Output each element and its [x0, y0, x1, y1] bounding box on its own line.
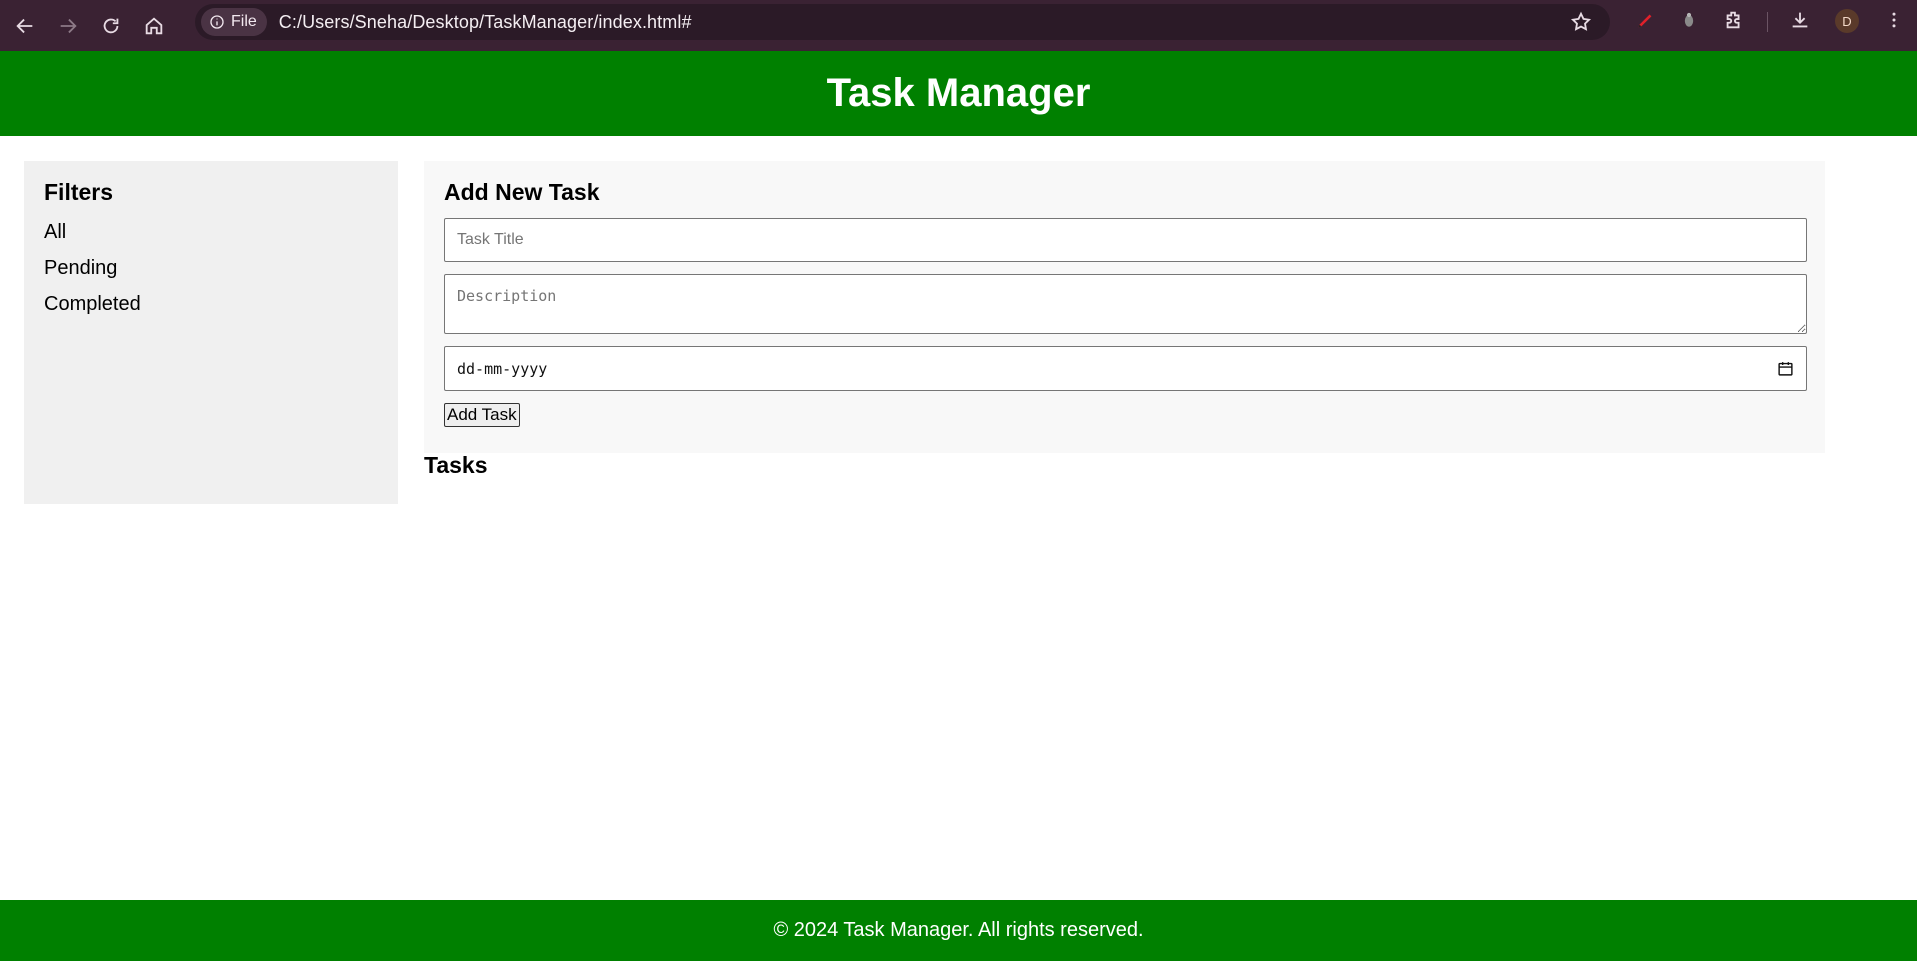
url-text[interactable]: C:/Users/Sneha/Desktop/TaskManager/index…: [279, 12, 692, 33]
tasks-heading: Tasks: [424, 452, 488, 478]
more-menu-icon[interactable]: [1882, 8, 1906, 32]
downloads-icon[interactable]: [1788, 8, 1812, 32]
page-footer: © 2024 Task Manager. All rights reserved…: [0, 900, 1917, 961]
site-info-chip[interactable]: File: [201, 8, 267, 36]
reload-icon: [103, 18, 119, 33]
back-button[interactable]: [7, 8, 43, 44]
calendar-icon[interactable]: [1777, 360, 1794, 377]
browser-toolbar: File C:/Users/Sneha/Desktop/TaskManager/…: [0, 0, 1917, 51]
reload-button[interactable]: [93, 8, 129, 44]
arrow-left-icon: [16, 18, 33, 33]
add-task-button[interactable]: Add Task: [444, 403, 520, 427]
file-chip-label: File: [231, 13, 257, 30]
forward-button[interactable]: [50, 8, 86, 44]
pen-extension-icon[interactable]: [1633, 8, 1657, 32]
arrow-right-icon: [60, 18, 77, 33]
bookmark-star-icon[interactable]: [1570, 11, 1592, 33]
home-icon: [145, 16, 163, 34]
extension-icon[interactable]: [1677, 8, 1701, 32]
filters-sidebar: Filters All Pending Completed: [24, 161, 398, 504]
task-title-input[interactable]: [444, 218, 1807, 262]
address-bar[interactable]: File C:/Users/Sneha/Desktop/TaskManager/…: [195, 4, 1610, 40]
home-button[interactable]: [136, 8, 172, 44]
page-header: Task Manager: [0, 51, 1917, 136]
filter-item-completed[interactable]: Completed: [44, 286, 378, 322]
profile-avatar[interactable]: D: [1835, 9, 1859, 33]
filter-item-all[interactable]: All: [44, 214, 378, 250]
filter-list: All Pending Completed: [44, 214, 378, 322]
info-icon: [210, 15, 224, 29]
extensions-puzzle-icon[interactable]: [1722, 8, 1746, 32]
footer-copyright: © 2024 Task Manager. All rights reserved…: [773, 919, 1144, 941]
add-task-panel: Add New Task dd-mm-yyyy Add Task: [424, 161, 1825, 453]
filters-heading: Filters: [44, 179, 114, 205]
add-task-heading: Add New Task: [444, 179, 600, 205]
toolbar-divider: [1767, 12, 1768, 32]
filter-item-pending[interactable]: Pending: [44, 250, 378, 286]
page-title: Task Manager: [826, 71, 1091, 115]
task-description-input[interactable]: [444, 274, 1807, 334]
task-due-date-input[interactable]: dd-mm-yyyy: [444, 346, 1807, 391]
date-placeholder: dd-mm-yyyy: [457, 359, 548, 378]
